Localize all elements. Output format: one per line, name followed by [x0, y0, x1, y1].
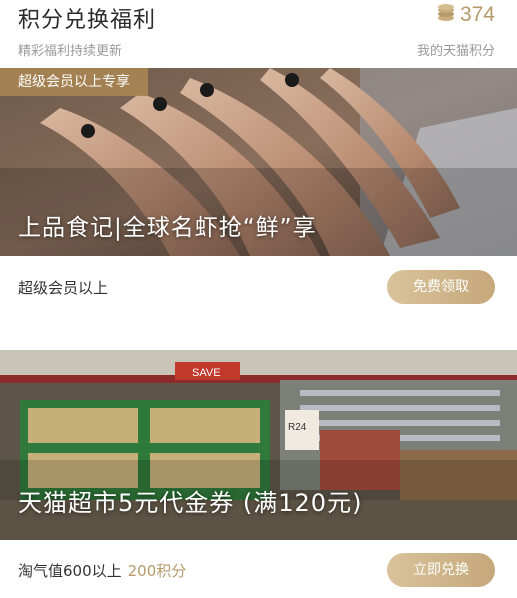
save-sign: SAVE — [192, 367, 221, 379]
points-cost: 200积分 — [127, 562, 187, 580]
page-subtitle: 精彩福利持续更新 — [18, 44, 123, 59]
reward-footer: 淘气值600以上 200积分 立即兑换 — [0, 540, 517, 598]
price-sign: R24 — [288, 422, 307, 433]
coins-icon — [436, 3, 456, 27]
redeem-button[interactable]: 立即兑换 — [387, 553, 495, 587]
reward-banner[interactable]: 超级会员以上专享 上品食记|全球名虾抢“鲜”享 — [0, 68, 517, 256]
banner-title: 上品食记|全球名虾抢“鲜”享 — [18, 215, 317, 241]
requirement-text: 超级会员以上 — [18, 277, 108, 298]
page-title: 积分兑换福利 — [18, 8, 157, 33]
points-value: 374 — [459, 3, 495, 26]
reward-banner[interactable]: SAVE R24 天猫超市5元代金券 (满120元) — [0, 350, 517, 540]
requirement-label: 超级会员以上 — [18, 279, 109, 297]
reward-card-voucher[interactable]: SAVE R24 天猫超市5元代金券 (满120元) 淘气值600以上 200积分… — [0, 350, 517, 598]
points-balance[interactable]: 374 — [436, 3, 495, 27]
claim-free-button[interactable]: 免费领取 — [387, 270, 495, 304]
reward-footer: 超级会员以上 免费领取 — [0, 256, 517, 340]
reward-card-shrimp[interactable]: 超级会员以上专享 上品食记|全球名虾抢“鲜”享 超级会员以上 免费领取 — [0, 68, 517, 340]
requirement-label: 淘气值600以上 — [18, 562, 122, 580]
points-label[interactable]: 我的天猫积分 — [417, 40, 495, 59]
member-tag: 超级会员以上专享 — [0, 68, 148, 96]
requirement-text: 淘气值600以上 200积分 — [18, 560, 186, 581]
page-header: 积分兑换福利 精彩福利持续更新 374 我的天猫积分 — [0, 0, 517, 66]
banner-title: 天猫超市5元代金券 (满120元) — [18, 489, 363, 517]
